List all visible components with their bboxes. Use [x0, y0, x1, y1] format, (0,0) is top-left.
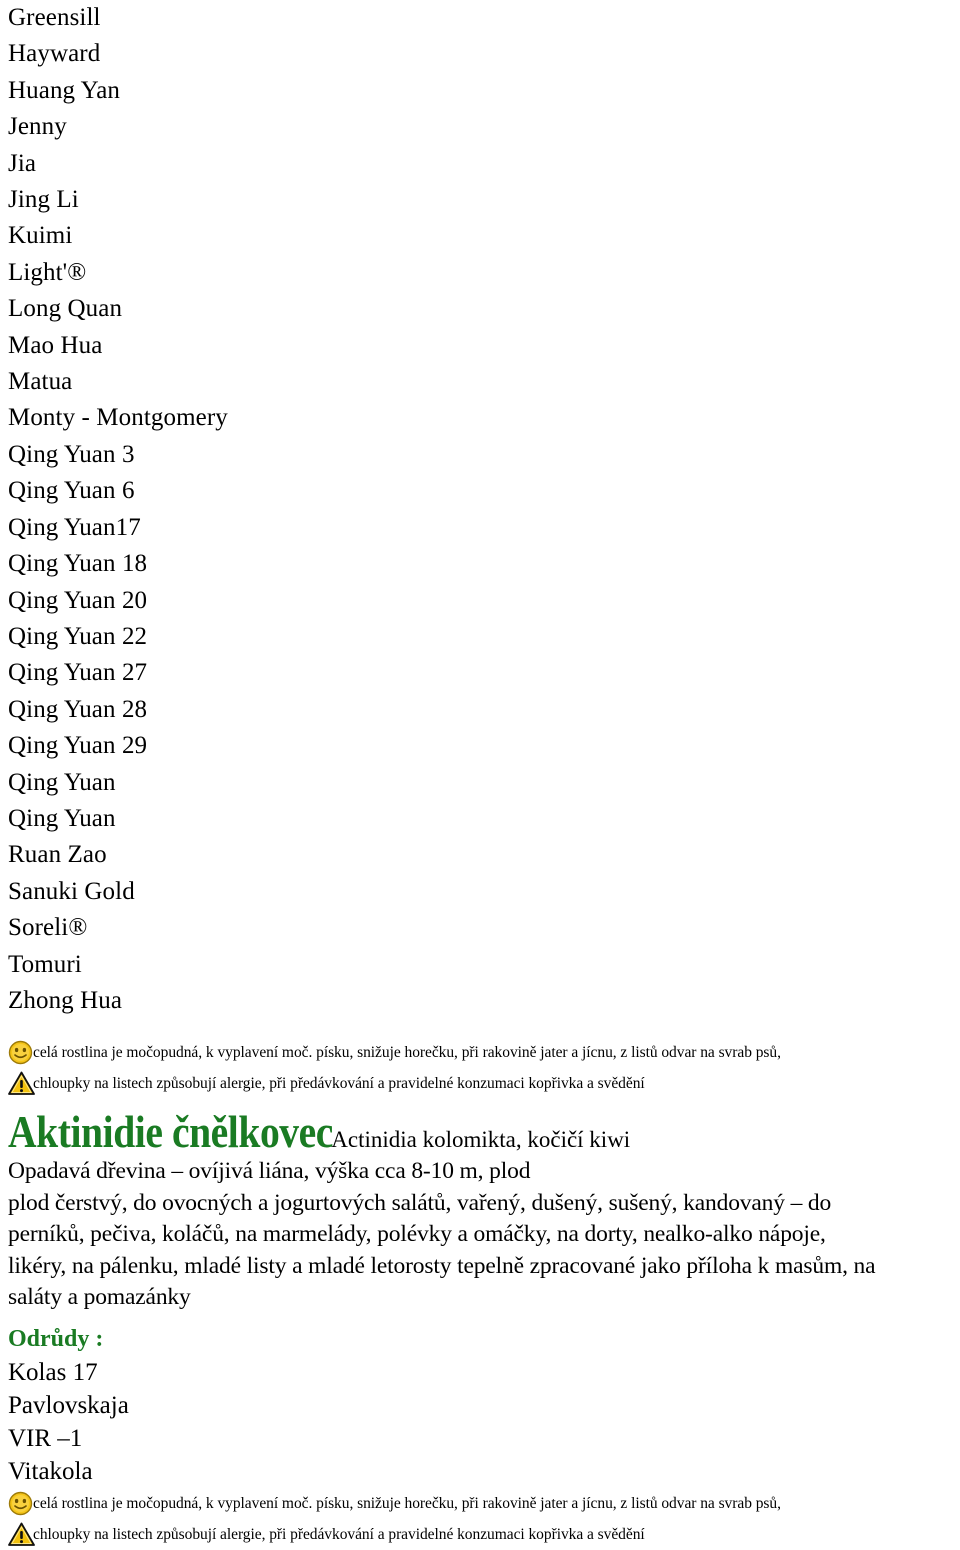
notes-bottom: celá rostlina je močopudná, k vyplavení …: [0, 1488, 960, 1550]
description-line: saláty a pomazánky: [8, 1284, 191, 1311]
list-item: Qing Yuan 20: [8, 586, 148, 614]
list-item: Tomuri: [8, 950, 82, 978]
latin-name: Actinidia kolomikta, kočičí kiwi: [331, 1127, 631, 1153]
document-page: Greensill Hayward Huang Yan Jenny Jia Ji…: [0, 0, 960, 1546]
cultivar-list: Greensill Hayward Huang Yan Jenny Jia Ji…: [0, 0, 960, 1019]
list-item: Pavlovskaja: [8, 1391, 129, 1419]
list-item: Qing Yuan 29: [8, 732, 148, 760]
warning-triangle-icon: [8, 1522, 35, 1547]
list-item: Jing Li: [8, 186, 79, 214]
benefit-note-row: celá rostlina je močopudná, k vyplavení …: [8, 1037, 960, 1068]
list-item: Qing Yuan 28: [8, 695, 148, 723]
list-item: Kuimi: [8, 222, 73, 250]
warning-note-row: chloupky na listech způsobují alergie, p…: [8, 1519, 960, 1550]
list-item: Jenny: [8, 113, 67, 141]
warning-triangle-icon: [8, 1071, 35, 1096]
list-item: Sanuki Gold: [8, 877, 135, 905]
list-item: Greensill: [8, 4, 101, 31]
varieties-heading: Odrůdy :: [8, 1325, 104, 1352]
benefit-note-row: celá rostlina je močopudná, k vyplavení …: [8, 1488, 960, 1519]
varieties-list: Kolas 17 Pavlovskaja VIR –1 Vitakola: [0, 1356, 960, 1488]
list-item: Qing Yuan 27: [8, 659, 148, 687]
list-item: Mao Hua: [8, 331, 103, 359]
list-item: Kolas 17: [8, 1358, 98, 1386]
list-item: Ruan Zao: [8, 841, 107, 869]
list-item: Qing Yuan 22: [8, 622, 148, 650]
list-item: Huang Yan: [8, 76, 121, 104]
list-item: Qing Yuan: [8, 768, 116, 796]
list-item: Light'®: [8, 258, 87, 286]
smiley-face-icon: [8, 1040, 33, 1065]
description-line: perníků, pečiva, koláčů, na marmelády, p…: [8, 1221, 826, 1248]
list-item: Qing Yuan 3: [8, 440, 135, 468]
list-item: Matua: [8, 368, 73, 396]
list-item: Soreli®: [8, 914, 88, 942]
warning-note-text: chloupky na listech způsobují alergie, p…: [33, 1525, 645, 1543]
description-line: Opadavá dřevina – ovíjivá liána, výška c…: [8, 1158, 531, 1185]
list-item: Qing Yuan17: [8, 513, 141, 541]
list-item: Monty - Montgomery: [8, 404, 228, 432]
notes-top: celá rostlina je močopudná, k vyplavení …: [0, 1037, 960, 1099]
list-item: Qing Yuan: [8, 804, 116, 832]
list-item: Long Quan: [8, 295, 123, 323]
warning-note-text: chloupky na listech způsobují alergie, p…: [33, 1075, 645, 1093]
warning-note-row: chloupky na listech způsobují alergie, p…: [8, 1068, 960, 1099]
list-item: Qing Yuan 6: [8, 477, 135, 505]
list-item: Hayward: [8, 40, 101, 68]
description-paragraph: Opadavá dřevina – ovíjivá liána, výška c…: [0, 1156, 948, 1314]
species-heading: Aktinidie čnělkovec Actinidia kolomikta,…: [0, 1108, 960, 1156]
list-item: VIR –1: [8, 1424, 83, 1452]
smiley-face-icon: [8, 1491, 33, 1516]
benefit-note-text: celá rostlina je močopudná, k vyplavení …: [33, 1494, 781, 1512]
description-line: likéry, na pálenku, mladé listy a mladé …: [8, 1252, 876, 1279]
description-line: plod čerstvý, do ovocných a jogurtových …: [8, 1189, 832, 1216]
list-item: Zhong Hua: [8, 986, 123, 1014]
list-item: Vitakola: [8, 1457, 93, 1485]
benefit-note-text: celá rostlina je močopudná, k vyplavení …: [33, 1044, 781, 1062]
list-item: Qing Yuan 18: [8, 550, 148, 578]
page-title: Aktinidie čnělkovec: [8, 1107, 333, 1158]
list-item: Jia: [8, 149, 37, 177]
